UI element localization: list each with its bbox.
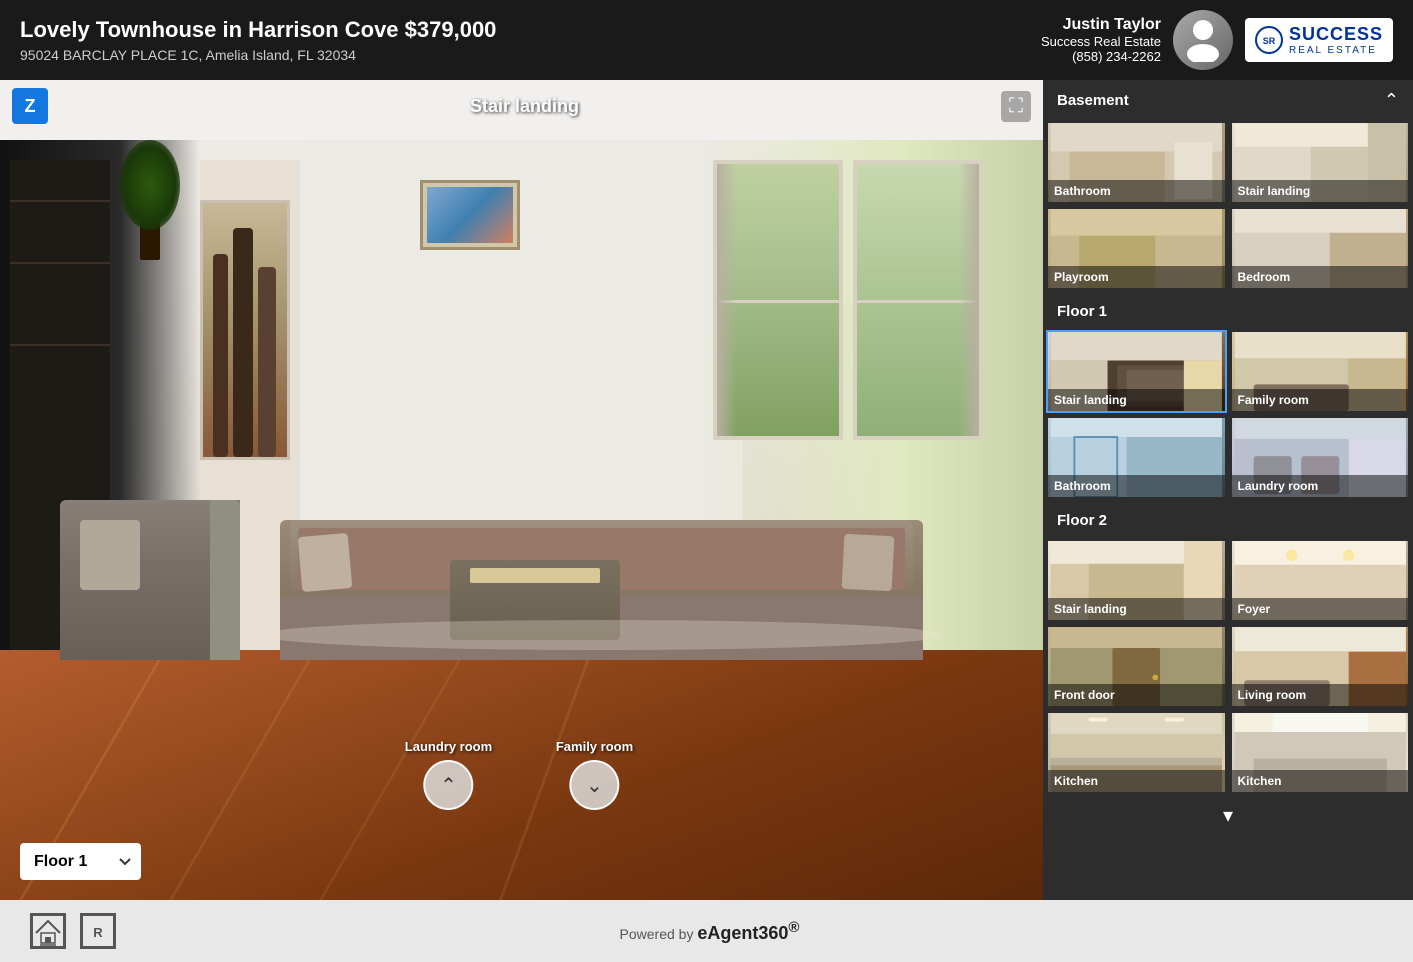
room-thumb-bedroom[interactable]: Bedroom: [1230, 207, 1411, 290]
room-thumb-laundry-fl1[interactable]: Laundry room: [1230, 416, 1411, 499]
room-thumb-stair-b1[interactable]: Stair landing: [1230, 121, 1411, 204]
current-room-title: Stair landing: [470, 96, 579, 117]
floor-dropdown[interactable]: Basement Floor 1 Floor 2: [20, 843, 141, 880]
header-left: Lovely Townhouse in Harrison Cove $379,0…: [20, 17, 496, 63]
zillow-icon: Z: [12, 88, 48, 124]
section-title-floor2: Floor 2: [1057, 512, 1107, 529]
room-thumb-bathroom-b1[interactable]: Bathroom: [1046, 121, 1227, 204]
broker-name: SUCCESS: [1289, 24, 1383, 45]
pillow-2: [842, 534, 895, 592]
brand-symbol: ®: [788, 919, 799, 936]
room-thumb-kitchen2[interactable]: Kitchen: [1230, 711, 1411, 794]
header: Lovely Townhouse in Harrison Cove $379,0…: [0, 0, 1413, 80]
room-thumb-foyer[interactable]: Foyer: [1230, 539, 1411, 622]
room-label-stair-b1: Stair landing: [1232, 180, 1409, 202]
agent-name: Justin Taylor: [1041, 16, 1161, 34]
section-toggle-basement[interactable]: ⌃: [1384, 90, 1399, 111]
room-thumb-bathroom-fl1[interactable]: Bathroom: [1046, 416, 1227, 499]
room-label-bathroom-fl1: Bathroom: [1048, 475, 1225, 497]
floor1-rooms-grid: Stair landing Family room: [1043, 330, 1413, 502]
window-right: [853, 160, 983, 440]
window-left: [713, 160, 843, 440]
room-label-playroom: Playroom: [1048, 266, 1225, 288]
section-header-basement: Basement ⌃: [1043, 80, 1413, 121]
broker-sub: REAL ESTATE: [1289, 45, 1383, 56]
hotspot-family[interactable]: Family room ⌄: [556, 739, 633, 810]
room-thumb-playroom[interactable]: Playroom: [1046, 207, 1227, 290]
agent-info: Justin Taylor Success Real Estate (858) …: [1041, 16, 1161, 64]
viewer-top-bar: Z Stair landing ⛶: [0, 80, 1043, 132]
panorama-viewer[interactable]: Z Stair landing ⛶: [0, 80, 1043, 900]
floor-highlight-2: [169, 620, 334, 900]
room-label-kitchen1: Kitchen: [1048, 770, 1225, 792]
hotspot-laundry[interactable]: Laundry room ⌃: [405, 739, 492, 810]
section-title-basement: Basement: [1057, 92, 1129, 109]
floor: [0, 620, 1043, 900]
room-thumb-kitchen1[interactable]: Kitchen: [1046, 711, 1227, 794]
room-thumb-livingroom[interactable]: Living room: [1230, 625, 1411, 708]
panorama-scene: [0, 80, 1043, 900]
room-label-stair-fl2: Stair landing: [1048, 598, 1225, 620]
svg-text:R: R: [93, 925, 103, 940]
brand-name: eAgent360®: [697, 923, 799, 943]
room-label-livingroom: Living room: [1232, 684, 1409, 706]
pillow-1: [298, 533, 353, 592]
room-label-frontdoor: Front door: [1048, 684, 1225, 706]
fullscreen-button[interactable]: ⛶: [1001, 91, 1031, 122]
broker-logo: SR SUCCESS REAL ESTATE: [1245, 18, 1393, 62]
hotspot-family-label: Family room: [556, 739, 633, 754]
room-label-laundry-fl1: Laundry room: [1232, 475, 1409, 497]
footer: R Powered by eAgent360®: [0, 900, 1413, 962]
hallway-door: [200, 200, 290, 460]
plant: [120, 140, 180, 260]
agent-photo: [1173, 10, 1233, 70]
agent-phone: (858) 234-2262: [1041, 49, 1161, 64]
scroll-down-indicator[interactable]: ▾: [1043, 797, 1413, 834]
room-label-stair-fl1: Stair landing: [1048, 389, 1225, 411]
section-title-floor1: Floor 1: [1057, 303, 1107, 320]
room-thumb-stair-fl1[interactable]: Stair landing: [1046, 330, 1227, 413]
room-thumb-family-fl1[interactable]: Family room: [1230, 330, 1411, 413]
room-thumb-stair-fl2[interactable]: Stair landing: [1046, 539, 1227, 622]
picture-frame: [420, 180, 520, 250]
sidebar: Basement ⌃ Bathroom: [1043, 80, 1413, 900]
realtor-icon: R: [80, 913, 116, 949]
property-address: 95024 BARCLAY PLACE 1C, Amelia Island, F…: [20, 47, 496, 63]
hotspot-laundry-label: Laundry room: [405, 739, 492, 754]
section-header-floor2: Floor 2: [1043, 502, 1413, 539]
svg-text:SR: SR: [1263, 36, 1276, 46]
footer-logos: R: [30, 913, 116, 949]
floor2-rooms-grid: Stair landing Foyer: [1043, 539, 1413, 797]
footer-powered-by: Powered by eAgent360®: [620, 919, 800, 944]
scroll-down-button[interactable]: ▾: [1223, 803, 1233, 828]
section-basement: Basement ⌃ Bathroom: [1043, 80, 1413, 293]
room-thumb-frontdoor[interactable]: Front door: [1046, 625, 1227, 708]
section-floor1: Floor 1: [1043, 293, 1413, 502]
property-title: Lovely Townhouse in Harrison Cove $379,0…: [20, 17, 496, 43]
section-floor2: Floor 2 Stair landing: [1043, 502, 1413, 834]
section-header-floor1: Floor 1: [1043, 293, 1413, 330]
armchair: [60, 500, 240, 660]
header-right: Justin Taylor Success Real Estate (858) …: [1041, 10, 1393, 70]
basement-rooms-grid: Bathroom Stair landing: [1043, 121, 1413, 293]
room-label-bedroom: Bedroom: [1232, 266, 1409, 288]
powered-by-text: Powered by: [620, 926, 694, 942]
room-label-kitchen2: Kitchen: [1232, 770, 1409, 792]
hotspot-laundry-circle[interactable]: ⌃: [423, 760, 473, 810]
room-label-bathroom-b1: Bathroom: [1048, 180, 1225, 202]
room-label-foyer: Foyer: [1232, 598, 1409, 620]
main-content: Z Stair landing ⛶: [0, 80, 1413, 900]
room-label-family-fl1: Family room: [1232, 389, 1409, 411]
rug-edge: [260, 620, 943, 650]
equal-housing-icon: [30, 913, 66, 949]
floor-selector[interactable]: Basement Floor 1 Floor 2: [20, 843, 141, 880]
agent-company: Success Real Estate: [1041, 34, 1161, 49]
hotspot-family-circle[interactable]: ⌄: [569, 760, 619, 810]
